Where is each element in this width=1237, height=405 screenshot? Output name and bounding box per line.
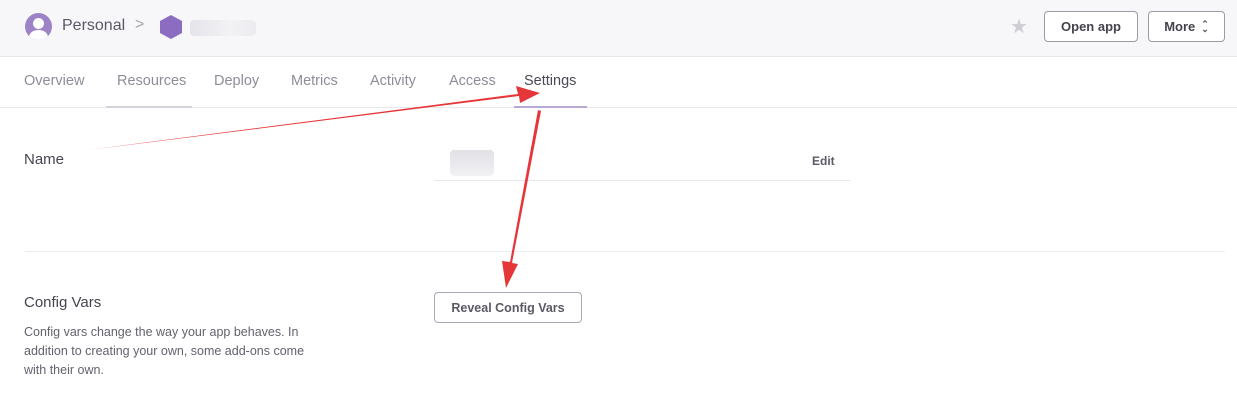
app-tabs: Overview Resources Deploy Metrics Activi…	[0, 58, 1237, 108]
tab-settings[interactable]: Settings	[524, 73, 576, 89]
more-label: More	[1164, 19, 1196, 34]
config-vars-description: Config vars change the way your app beha…	[24, 325, 305, 377]
chevron-right-icon: >	[135, 16, 145, 33]
tab-metrics[interactable]: Metrics	[291, 73, 338, 89]
tab-deploy[interactable]: Deploy	[214, 73, 259, 89]
config-vars-title: Config Vars	[24, 294, 102, 311]
open-app-label: Open app	[1061, 19, 1121, 34]
arrow-to-reveal-button	[502, 110, 541, 288]
app-hexagon-icon[interactable]	[159, 14, 183, 40]
tab-activity[interactable]: Activity	[370, 73, 416, 89]
breadcrumb-personal[interactable]: Personal	[62, 17, 125, 35]
open-app-button[interactable]: Open app	[1044, 11, 1138, 42]
name-field-underline	[434, 180, 850, 181]
tab-resources[interactable]: Resources	[117, 73, 186, 89]
chevron-updown-icon: ⌃ ⌄	[1201, 18, 1209, 34]
app-name-redacted[interactable]	[190, 20, 256, 36]
tab-hover-underline	[106, 106, 192, 108]
edit-name-link[interactable]: Edit	[812, 154, 835, 168]
tab-active-underline	[514, 106, 587, 108]
reveal-config-vars-label: Reveal Config Vars	[451, 300, 565, 315]
name-value-redacted	[450, 150, 494, 176]
tab-access[interactable]: Access	[449, 73, 496, 89]
reveal-config-vars-button[interactable]: Reveal Config Vars	[434, 292, 582, 323]
star-icon[interactable]: ★	[1010, 14, 1028, 39]
more-button[interactable]: More ⌃ ⌄	[1148, 11, 1225, 42]
section-divider	[25, 251, 1225, 252]
app-header: Personal > ★ Open app More ⌃ ⌄	[0, 0, 1237, 57]
user-avatar-icon[interactable]	[25, 13, 52, 40]
name-label: Name	[24, 151, 65, 168]
tab-overview[interactable]: Overview	[24, 73, 84, 89]
